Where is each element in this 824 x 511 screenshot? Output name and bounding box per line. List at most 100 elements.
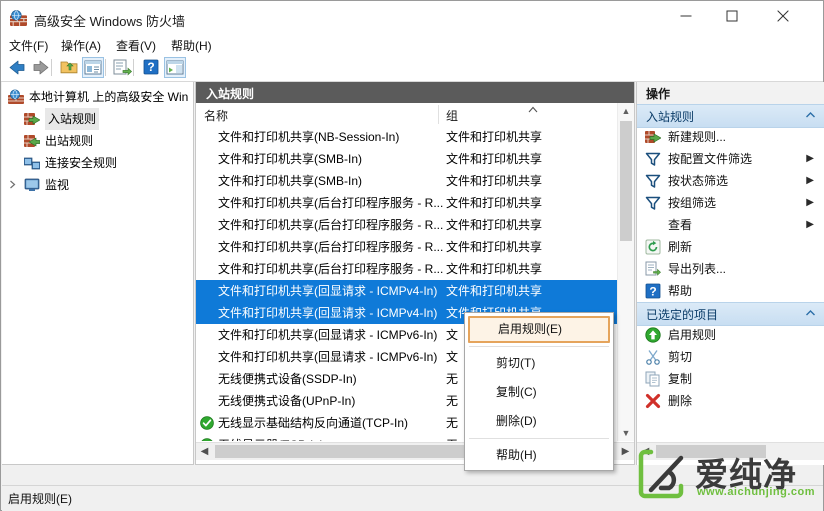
context-menu-separator (469, 438, 609, 439)
cut-icon (645, 349, 661, 365)
sidebar-item-outbound-rules[interactable]: 出站规则 (2, 130, 193, 152)
connection-rules-icon (24, 157, 40, 170)
menu-help[interactable]: 帮助(H) (168, 36, 215, 55)
table-row[interactable]: 文件和打印机共享(SMB-In) 文件和打印机共享 (196, 170, 634, 192)
menu-bar: 文件(F) 操作(A) 查看(V) 帮助(H) (1, 34, 823, 54)
scroll-up-button[interactable]: ▲ (618, 103, 634, 119)
rule-name-cell: 无线显示器(TCP-In) (218, 434, 324, 441)
rule-group-cell: 文件和打印机共享 (446, 130, 543, 144)
action-item-label: 刷新 (668, 240, 693, 254)
scroll-left-button[interactable]: ◀ (196, 443, 213, 460)
console-tree: 本地计算机 上的高级安全 Win 入站规则 出站规则 连接安全规则 监视 (2, 82, 193, 196)
context-menu[interactable]: 启用规则(E) 剪切(T) 复制(C) 删除(D) 帮助(H) (464, 312, 614, 471)
forward-arrow-icon[interactable] (30, 57, 52, 78)
rule-group-cell: 文件和打印机共享 (446, 240, 543, 254)
new-rule-icon (645, 129, 662, 145)
filter-icon (645, 195, 661, 211)
maximize-button[interactable] (709, 1, 755, 31)
action-item[interactable]: 导出列表... (637, 258, 824, 280)
actions-section-header[interactable]: 入站规则 (637, 104, 824, 128)
rule-enabled-icon (201, 438, 213, 441)
action-item-label: 删除 (668, 394, 693, 408)
status-bar-text: 启用规则(E) (8, 492, 72, 506)
action-item-label: 启用规则 (668, 328, 717, 342)
export-list-icon (645, 261, 661, 277)
submenu-arrow-icon: ▶ (806, 175, 814, 186)
scroll-right-button[interactable]: ▶ (617, 443, 634, 460)
enable-rule-icon (645, 327, 661, 343)
actions-section-header[interactable]: 已选定的项目 (637, 302, 824, 326)
sidebar-item-inbound-rules[interactable]: 入站规则 (2, 108, 193, 130)
rule-name-cell: 文件和打印机共享(SMB-In) (218, 152, 363, 166)
scroll-thumb[interactable] (620, 121, 632, 241)
scroll-down-button[interactable]: ▼ (618, 425, 634, 441)
rule-group-cell: 文件和打印机共享 (446, 284, 543, 298)
export-list-icon[interactable] (111, 57, 133, 78)
action-item[interactable]: 刷新 (637, 236, 824, 258)
filter-icon (645, 173, 661, 189)
action-item[interactable]: 删除 (637, 390, 824, 412)
properties-icon[interactable] (82, 57, 104, 78)
rule-group-cell: 文 (446, 350, 459, 364)
action-item[interactable]: 启用规则 (637, 324, 824, 346)
rule-name-cell: 无线显示基础结构反向通道(TCP-In) (218, 416, 408, 430)
up-folder-icon[interactable] (58, 57, 80, 78)
table-row[interactable]: 文件和打印机共享(后台打印程序服务 - R... 文件和打印机共享 (196, 236, 634, 258)
context-menu-item[interactable]: 剪切(T) (465, 349, 613, 378)
table-row[interactable]: 文件和打印机共享(后台打印程序服务 - R... 文件和打印机共享 (196, 214, 634, 236)
rule-name-cell: 文件和打印机共享(后台打印程序服务 - R... (218, 218, 444, 232)
table-row[interactable]: 文件和打印机共享(SMB-In) 文件和打印机共享 (196, 148, 634, 170)
sidebar-item-monitoring[interactable]: 监视 (2, 174, 193, 196)
list-vertical-scrollbar[interactable]: ▲ ▼ (617, 103, 634, 441)
help-icon[interactable]: ? (140, 57, 162, 78)
scroll-thumb[interactable] (656, 445, 766, 458)
menu-view[interactable]: 查看(V) (113, 36, 159, 55)
back-arrow-icon[interactable] (6, 57, 28, 78)
list-header-title: 入站规则 (206, 87, 255, 101)
scroll-left-button[interactable]: ◀ (637, 443, 654, 460)
action-item-label: 剪切 (668, 350, 693, 364)
table-row[interactable]: 文件和打印机共享(后台打印程序服务 - R... 文件和打印机共享 (196, 258, 634, 280)
action-item[interactable]: 剪切 (637, 346, 824, 368)
action-item[interactable]: 查看 ▶ (637, 214, 824, 236)
context-menu-item[interactable]: 启用规则(E) (468, 316, 610, 343)
context-menu-item[interactable]: 删除(D) (465, 407, 613, 436)
chevron-right-icon[interactable] (8, 180, 17, 189)
column-header-group[interactable]: 组 (446, 107, 458, 124)
action-item-label: 按配置文件筛选 (668, 152, 753, 166)
rule-name-cell: 文件和打印机共享(SMB-In) (218, 174, 363, 188)
refresh-icon (645, 239, 661, 255)
context-menu-item[interactable]: 帮助(H) (465, 441, 613, 470)
show-hide-pane-icon[interactable] (164, 57, 186, 78)
table-row[interactable]: 文件和打印机共享(后台打印程序服务 - R... 文件和打印机共享 (196, 192, 634, 214)
menu-action[interactable]: 操作(A) (58, 36, 104, 55)
tree-root[interactable]: 本地计算机 上的高级安全 Win (2, 86, 193, 108)
submenu-arrow-icon: ▶ (806, 197, 814, 208)
action-item[interactable]: 新建规则... (637, 126, 824, 148)
sidebar-item-connection-security-rules[interactable]: 连接安全规则 (2, 152, 193, 174)
action-item[interactable]: 复制 (637, 368, 824, 390)
column-header-name[interactable]: 名称 (204, 107, 228, 124)
console-tree-pane: 本地计算机 上的高级安全 Win 入站规则 出站规则 连接安全规则 监视 (2, 82, 194, 465)
menu-file[interactable]: 文件(F) (6, 36, 51, 55)
rule-group-cell: 无 (446, 434, 458, 441)
action-item[interactable]: 按状态筛选 ▶ (637, 170, 824, 192)
status-bar: 启用规则(E) (2, 485, 823, 511)
action-item[interactable]: ? 帮助 (637, 280, 824, 302)
chevron-up-icon[interactable] (805, 309, 816, 317)
action-item[interactable]: 按组筛选 ▶ (637, 192, 824, 214)
context-menu-item[interactable]: 复制(C) (465, 378, 613, 407)
table-row[interactable]: 文件和打印机共享(回显请求 - ICMPv4-In) 文件和打印机共享 (196, 280, 634, 302)
actions-horizontal-scrollbar[interactable]: ◀ (637, 442, 824, 460)
action-item[interactable]: 按配置文件筛选 ▶ (637, 148, 824, 170)
chevron-up-icon[interactable] (805, 111, 816, 119)
rule-group-cell: 文 (446, 328, 459, 342)
close-button[interactable] (760, 1, 806, 31)
window-title: 高级安全 Windows 防火墙 (34, 14, 185, 29)
rule-group-cell: 文件和打印机共享 (446, 196, 543, 210)
column-divider[interactable] (438, 105, 439, 124)
rule-name-cell: 文件和打印机共享(NB-Session-In) (218, 130, 400, 144)
svg-text:?: ? (147, 60, 154, 74)
minimize-button[interactable] (663, 1, 709, 31)
table-row[interactable]: 文件和打印机共享(NB-Session-In) 文件和打印机共享 (196, 126, 634, 148)
